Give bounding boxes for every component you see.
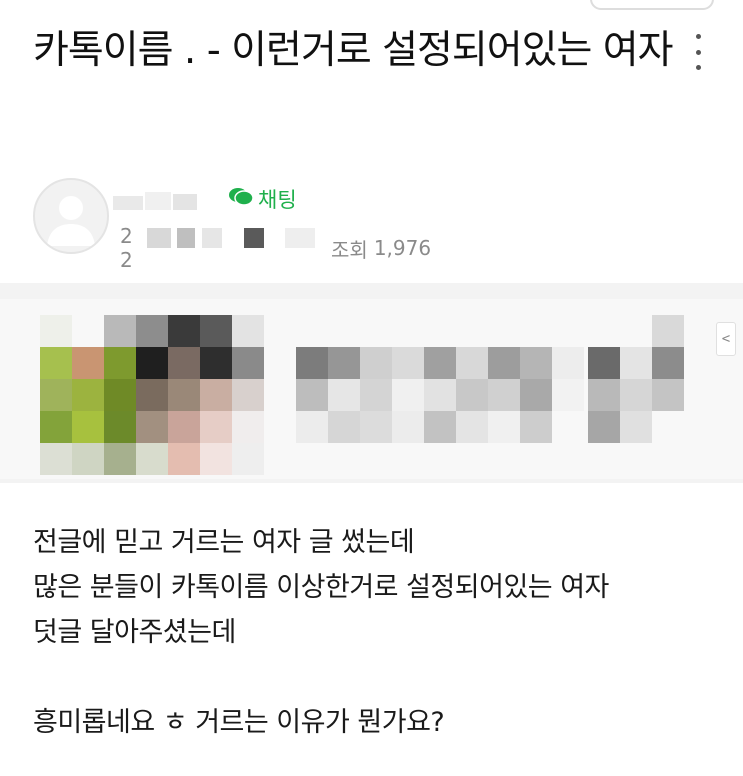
body-line: [33, 655, 723, 700]
views-label: 조회: [331, 237, 368, 262]
body-line: 덧글 달아주셨는데: [33, 617, 236, 648]
body-line: 흥미롭네요 ㅎ 거르는 이유가 뭔가요?: [33, 707, 445, 738]
views-count: 1,976: [373, 236, 432, 260]
post-title: 카톡이름 . - 이런거로 설정되어있는 여자: [33, 28, 674, 73]
post-meta: 2 2 조회 1,976: [120, 224, 431, 272]
body-line: 많은 분들이 카톡이름 이상한거로 설정되어있는 여자: [33, 572, 609, 603]
post-body: 전글에 믿고 거르는 여자 글 썼는데 많은 분들이 카톡이름 이상한거로 설정…: [33, 520, 723, 745]
more-vertical-icon[interactable]: [686, 34, 710, 70]
default-avatar-icon[interactable]: [33, 178, 109, 254]
censored-image: [0, 283, 743, 483]
post-date: 2 2: [120, 224, 325, 272]
chat-label: 채팅: [258, 188, 297, 212]
body-line: 전글에 믿고 거르는 여자 글 썼는데: [33, 527, 415, 558]
chevron-left-icon[interactable]: <: [716, 322, 736, 356]
author-name-blur: [113, 190, 203, 214]
chat-bubble-icon: [228, 187, 254, 212]
top-pill: [590, 0, 714, 10]
chat-button[interactable]: 채팅: [228, 184, 297, 214]
